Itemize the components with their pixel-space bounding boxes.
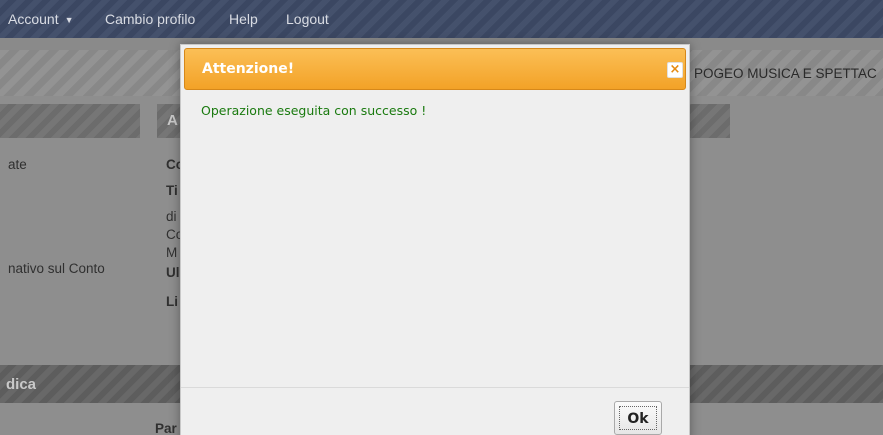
info-value: M (166, 245, 178, 260)
chevron-down-icon: ▼ (64, 15, 74, 25)
alert-dialog: Attenzione! × Operazione eseguita con su… (180, 44, 690, 435)
right-panel-header-label: A (167, 112, 178, 129)
left-menu-item[interactable]: ate (8, 157, 27, 172)
company-name: POGEO MUSICA E SPETTAC (694, 66, 877, 81)
ok-button[interactable]: Ok (614, 401, 662, 435)
dialog-title: Attenzione! (202, 61, 295, 77)
left-menu-item[interactable]: nativo sul Conto (8, 261, 105, 276)
info-label: Li (166, 294, 178, 309)
close-icon[interactable]: × (667, 62, 683, 78)
dialog-header: Attenzione! × (184, 48, 686, 90)
page: Account ▼ Cambio profilo Help Logout POGE… (0, 0, 883, 435)
info-label: Ti (166, 183, 178, 198)
logout-link[interactable]: Logout (286, 11, 329, 27)
help-link[interactable]: Help (229, 11, 258, 27)
account-menu-label: Account (8, 11, 59, 27)
bottom-label: Par (155, 421, 177, 435)
change-profile-link[interactable]: Cambio profilo (105, 11, 195, 27)
section-title: dica (6, 376, 37, 393)
left-panel-header (0, 104, 140, 138)
info-value: di (166, 209, 177, 224)
dialog-message: Operazione eseguita con successo ! (201, 103, 427, 118)
dialog-divider (181, 387, 689, 388)
ok-button-label: Ok (619, 406, 657, 430)
info-label: Ul (166, 265, 180, 280)
top-navbar: Account ▼ Cambio profilo Help Logout (0, 0, 883, 38)
account-menu[interactable]: Account ▼ (8, 11, 74, 27)
